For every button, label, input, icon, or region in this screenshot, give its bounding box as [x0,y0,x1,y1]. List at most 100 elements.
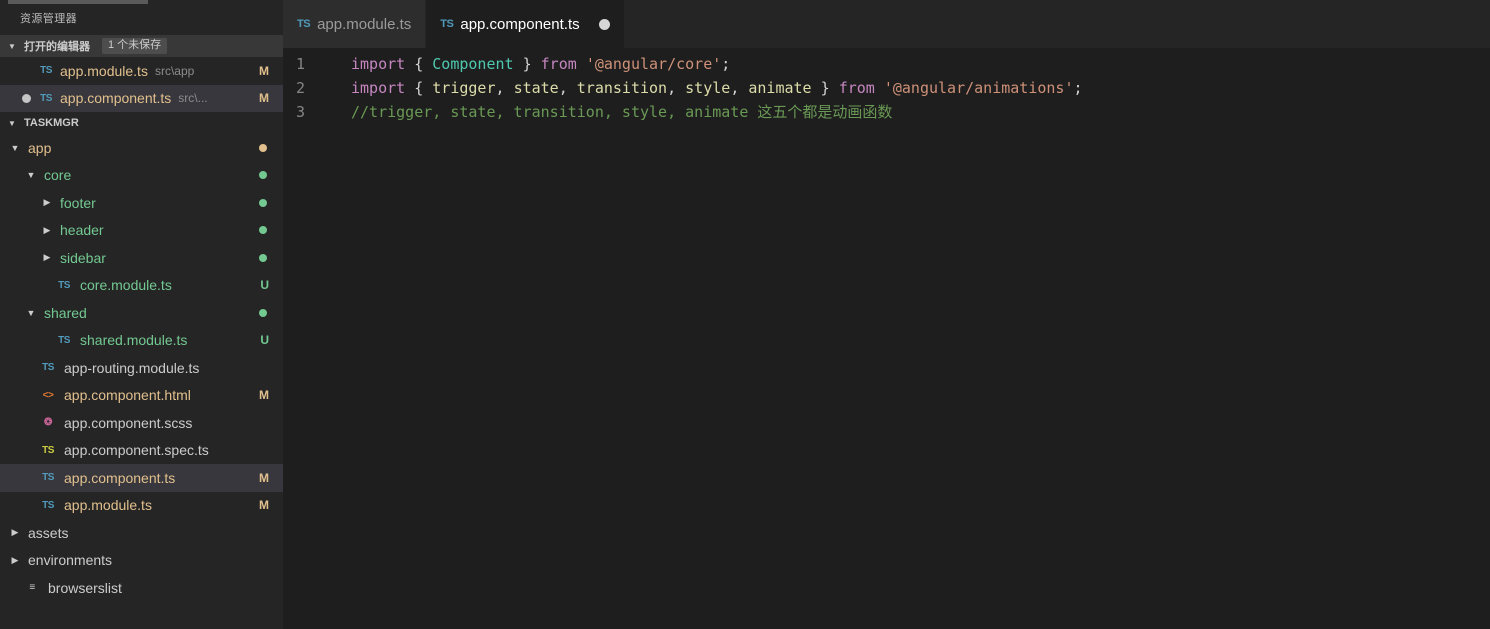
chevron-right-icon: ▶ [43,252,51,263]
tree-item-label: environments [28,552,113,569]
unsaved-dot-icon[interactable] [598,18,610,30]
line-number: 3 [295,103,305,121]
git-status-badge: U [260,278,269,293]
tree-file-item[interactable]: ❂ app.component.scss [0,409,283,437]
file-tree: ▼ app ▼ core ▶ footer ▶ header ▶ sidebar TS core.mo… [0,134,283,629]
ts-file-icon: TS [58,334,70,346]
open-editor-name: app.module.ts [60,62,148,79]
tree-file-item[interactable]: TS app.module.ts M [0,492,283,520]
chevron-down-icon: ▼ [10,142,20,153]
folder-status-dot [259,308,267,317]
tree-folder-item[interactable]: ▶ header [0,217,283,245]
line-content: //trigger, state, transition, style, ani… [351,103,893,121]
tree-file-item[interactable]: ≡ browserslist [0,574,283,602]
tree-item-label: app [28,139,52,156]
project-section-header[interactable]: ▼ TASKMGR [0,112,283,134]
git-status-badge: M [259,91,269,106]
ts-file-icon: TS [297,18,311,30]
chevron-right-icon: ▶ [43,224,51,235]
chevron-down-icon: ▼ [8,118,16,128]
tree-folder-item[interactable]: ▼ core [0,162,283,190]
tree-folder-item[interactable]: ▶ footer [0,189,283,217]
ts-file-icon: TS [42,499,54,511]
chevron-right-icon: ▶ [11,527,19,538]
tree-folder-item[interactable]: ▶ sidebar [0,244,283,272]
tree-file-item[interactable]: <> app.component.html M [0,382,283,410]
open-editor-path: src\... [178,91,208,106]
tree-item-label: core.module.ts [80,277,172,294]
code-line[interactable]: 2 import { trigger, state, transition, st… [283,76,1490,100]
tree-folder-item[interactable]: ▶ environments [0,547,283,575]
line-content: import { Component } from '@angular/core… [351,55,731,73]
git-status-badge: M [259,63,269,78]
tree-item-label: browserslist [48,579,122,596]
open-editor-path: src\app [154,63,195,78]
open-editor-name: app.component.ts [60,90,172,107]
tree-item-label: app.module.ts [64,497,152,514]
code-line[interactable]: 1 import { Component } from '@angular/cor… [283,52,1490,76]
folder-status-dot [259,226,267,235]
ts-file-icon: TS [42,362,54,374]
unsaved-dot-icon [22,93,31,103]
git-status-badge: M [259,470,269,485]
open-editors-label: 打开的编辑器 [24,41,90,53]
scss-file-icon: ❂ [44,417,52,429]
editor-tab[interactable]: TS app.module.ts [283,0,427,48]
ts-file-icon: TS [42,472,54,484]
tree-file-item[interactable]: TS app.component.spec.ts [0,437,283,465]
open-editors-section-header[interactable]: ▼ 打开的编辑器 1 个未保存 [0,35,283,57]
tree-file-item[interactable]: TS shared.module.ts U [0,327,283,355]
tree-file-item[interactable]: TS app-routing.module.ts [0,354,283,382]
editor-area: TS app.module.ts TS app.component.ts 1 impor… [283,0,1490,629]
line-number: 2 [295,79,305,97]
ts-spec-file-icon: TS [42,444,54,456]
chevron-right-icon: ▶ [11,554,19,565]
ts-file-icon: TS [440,18,454,30]
tree-item-label: app.component.spec.ts [64,442,209,459]
tree-item-label: header [60,222,104,239]
html-file-icon: <> [42,389,54,401]
line-number: 1 [295,55,305,73]
folder-status-dot [259,171,267,180]
ts-file-icon: TS [40,65,52,77]
editor-tab-bar: TS app.module.ts TS app.component.ts [283,0,1490,48]
ts-file-icon: TS [40,92,52,104]
tree-item-label: app.component.scss [64,414,193,431]
tree-folder-item[interactable]: ▼ app [0,134,283,162]
code-editor[interactable]: 1 import { Component } from '@angular/cor… [283,48,1490,629]
open-editor-item[interactable]: TS app.component.ts src\... M [0,84,283,112]
sidebar-horizontal-scrollbar[interactable] [0,0,283,5]
git-status-badge: M [259,388,269,403]
line-content: import { trigger, state, transition, sty… [351,79,1083,97]
vscode-window: 资源管理器 ▼ 打开的编辑器 1 个未保存 TS app.module.ts src… [0,0,1490,629]
editor-tab-label: app.module.ts [317,15,412,33]
tree-item-label: core [44,167,72,184]
explorer-title: 资源管理器 [0,0,283,35]
tree-file-item[interactable]: TS app.component.ts M [0,464,283,492]
tree-item-label: shared.module.ts [80,332,188,349]
editor-tab[interactable]: TS app.component.ts [426,0,625,48]
open-editors-list: TS app.module.ts src\app M TS app.component.t… [0,57,283,112]
code-line[interactable]: 3 //trigger, state, transition, style, an… [283,100,1490,124]
tree-item-label: assets [28,524,69,541]
tree-item-label: sidebar [60,249,106,266]
explorer-sidebar: 资源管理器 ▼ 打开的编辑器 1 个未保存 TS app.module.ts src… [0,0,283,629]
git-status-badge: M [259,498,269,513]
tree-folder-item[interactable]: ▶ assets [0,519,283,547]
tree-item-label: shared [44,304,87,321]
open-editor-item[interactable]: TS app.module.ts src\app M [0,57,283,85]
tree-folder-item[interactable]: ▼ shared [0,299,283,327]
ts-file-icon: TS [58,279,70,291]
config-list-file-icon: ≡ [29,582,35,594]
project-label: TASKMGR [24,117,79,129]
code-lines: 1 import { Component } from '@angular/cor… [283,48,1490,124]
tree-item-label: app.component.html [64,387,191,404]
chevron-right-icon: ▶ [43,197,51,208]
chevron-down-icon: ▼ [26,170,36,181]
folder-status-dot [259,198,267,207]
tree-file-item[interactable]: TS core.module.ts U [0,272,283,300]
unsaved-count-badge: 1 个未保存 [102,38,168,54]
tree-item-label: app.component.ts [64,469,176,486]
tree-item-label: app-routing.module.ts [64,359,200,376]
editor-tab-label: app.component.ts [460,15,580,33]
